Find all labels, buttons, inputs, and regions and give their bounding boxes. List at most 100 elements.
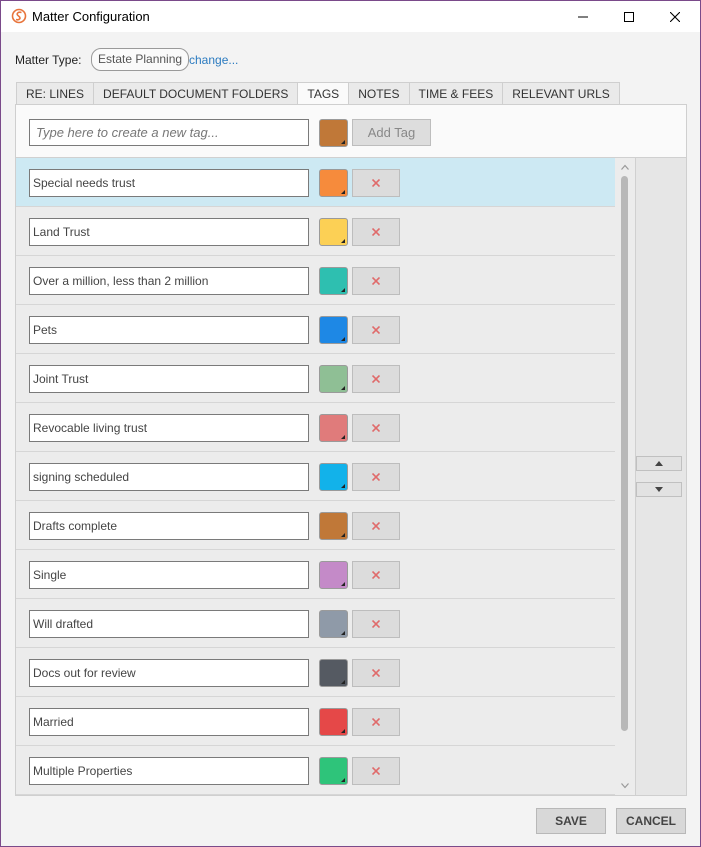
maximize-icon (624, 11, 634, 22)
tag-color-picker[interactable] (319, 365, 348, 393)
new-tag-input[interactable] (29, 119, 309, 146)
tag-color-picker[interactable] (319, 169, 348, 197)
delete-tag-button[interactable] (352, 267, 400, 295)
delete-x-icon (372, 326, 380, 334)
new-tag-color-picker[interactable] (319, 119, 348, 147)
delete-x-icon (372, 375, 380, 383)
tab-tags[interactable]: TAGS (297, 82, 349, 105)
tab-notes[interactable]: NOTES (348, 82, 409, 105)
move-tag-up-button[interactable] (636, 456, 682, 471)
delete-tag-button[interactable] (352, 757, 400, 785)
tag-row[interactable]: Land Trust (16, 207, 615, 256)
delete-x-icon (372, 179, 380, 187)
tag-color-picker[interactable] (319, 610, 348, 638)
delete-tag-button[interactable] (352, 512, 400, 540)
tag-color-picker[interactable] (319, 659, 348, 687)
triangle-down-icon (655, 487, 663, 492)
tag-color-picker[interactable] (319, 414, 348, 442)
tag-row[interactable]: Married (16, 697, 615, 746)
tag-name-input[interactable]: Revocable living trust (29, 414, 309, 442)
delete-x-icon (372, 571, 380, 579)
delete-x-icon (372, 424, 380, 432)
tags-panel: Add Tag Special needs trust Land Trust Ove… (15, 104, 687, 796)
tab-time-and-fees[interactable]: TIME & FEES (408, 82, 503, 105)
delete-tag-button[interactable] (352, 610, 400, 638)
new-tag-row: Add Tag (16, 105, 686, 157)
maximize-button[interactable] (606, 1, 652, 32)
matter-configuration-window: Matter Configuration Matter Type: Estate… (0, 0, 701, 847)
tag-color-picker[interactable] (319, 561, 348, 589)
tag-row[interactable]: Special needs trust (16, 158, 615, 207)
tag-color-picker[interactable] (319, 463, 348, 491)
tag-row[interactable]: signing scheduled (16, 452, 615, 501)
reorder-pane (635, 157, 686, 795)
delete-x-icon (372, 522, 380, 530)
tab-bar: RE: LINES DEFAULT DOCUMENT FOLDERS TAGS … (16, 82, 620, 105)
matter-type-label: Matter Type: (15, 53, 82, 67)
delete-tag-button[interactable] (352, 659, 400, 687)
add-tag-button[interactable]: Add Tag (352, 119, 431, 146)
tab-re-lines[interactable]: RE: LINES (16, 82, 94, 105)
delete-tag-button[interactable] (352, 365, 400, 393)
delete-x-icon (372, 718, 380, 726)
scroll-up-button[interactable] (619, 161, 631, 173)
matter-type-value: Estate Planning (91, 48, 190, 71)
tag-color-picker[interactable] (319, 708, 348, 736)
tag-name-input[interactable]: Will drafted (29, 610, 309, 638)
tag-name-input[interactable]: Drafts complete (29, 512, 309, 540)
tag-color-picker[interactable] (319, 267, 348, 295)
delete-tag-button[interactable] (352, 169, 400, 197)
delete-x-icon (372, 669, 380, 677)
tag-name-input[interactable]: signing scheduled (29, 463, 309, 491)
minimize-button[interactable] (560, 1, 606, 32)
delete-x-icon (372, 767, 380, 775)
tag-name-input[interactable]: Single (29, 561, 309, 589)
tag-name-input[interactable]: Multiple Properties (29, 757, 309, 785)
delete-tag-button[interactable] (352, 561, 400, 589)
tag-row[interactable]: Docs out for review (16, 648, 615, 697)
tag-name-input[interactable]: Land Trust (29, 218, 309, 246)
tab-default-document-folders[interactable]: DEFAULT DOCUMENT FOLDERS (93, 82, 298, 105)
tag-row[interactable]: Joint Trust (16, 354, 615, 403)
close-button[interactable] (652, 1, 698, 32)
tag-color-picker[interactable] (319, 512, 348, 540)
tag-list: Special needs trust Land Trust Over a mill… (16, 157, 635, 795)
tab-relevant-urls[interactable]: RELEVANT URLS (502, 82, 620, 105)
delete-tag-button[interactable] (352, 316, 400, 344)
delete-tag-button[interactable] (352, 708, 400, 736)
tag-name-input[interactable]: Married (29, 708, 309, 736)
tag-row[interactable]: Will drafted (16, 599, 615, 648)
tag-row[interactable]: Drafts complete (16, 501, 615, 550)
delete-x-icon (372, 277, 380, 285)
tag-name-input[interactable]: Pets (29, 316, 309, 344)
delete-x-icon (372, 620, 380, 628)
close-icon (670, 11, 680, 22)
move-tag-down-button[interactable] (636, 482, 682, 497)
delete-tag-button[interactable] (352, 414, 400, 442)
tag-name-input[interactable]: Special needs trust (29, 169, 309, 197)
tag-name-input[interactable]: Joint Trust (29, 365, 309, 393)
scroll-down-button[interactable] (619, 780, 631, 792)
delete-tag-button[interactable] (352, 463, 400, 491)
scroll-thumb[interactable] (621, 176, 628, 731)
delete-tag-button[interactable] (352, 218, 400, 246)
tag-name-input[interactable]: Over a million, less than 2 million (29, 267, 309, 295)
tag-row[interactable]: Over a million, less than 2 million (16, 256, 615, 305)
tag-row[interactable]: Multiple Properties (16, 746, 615, 795)
triangle-up-icon (655, 461, 663, 466)
tag-row[interactable]: Single (16, 550, 615, 599)
tag-color-picker[interactable] (319, 218, 348, 246)
app-logo-icon (11, 8, 27, 24)
window-title: Matter Configuration (32, 9, 150, 24)
tag-name-input[interactable]: Docs out for review (29, 659, 309, 687)
change-matter-type-link[interactable]: change... (189, 53, 238, 67)
tag-row[interactable]: Pets (16, 305, 615, 354)
cancel-button[interactable]: CANCEL (616, 808, 686, 834)
tag-row[interactable]: Revocable living trust (16, 403, 615, 452)
delete-x-icon (372, 473, 380, 481)
tag-list-scrollbar[interactable] (615, 158, 635, 795)
save-button[interactable]: SAVE (536, 808, 606, 834)
tag-color-picker[interactable] (319, 316, 348, 344)
chevron-up-icon (621, 164, 629, 170)
tag-color-picker[interactable] (319, 757, 348, 785)
